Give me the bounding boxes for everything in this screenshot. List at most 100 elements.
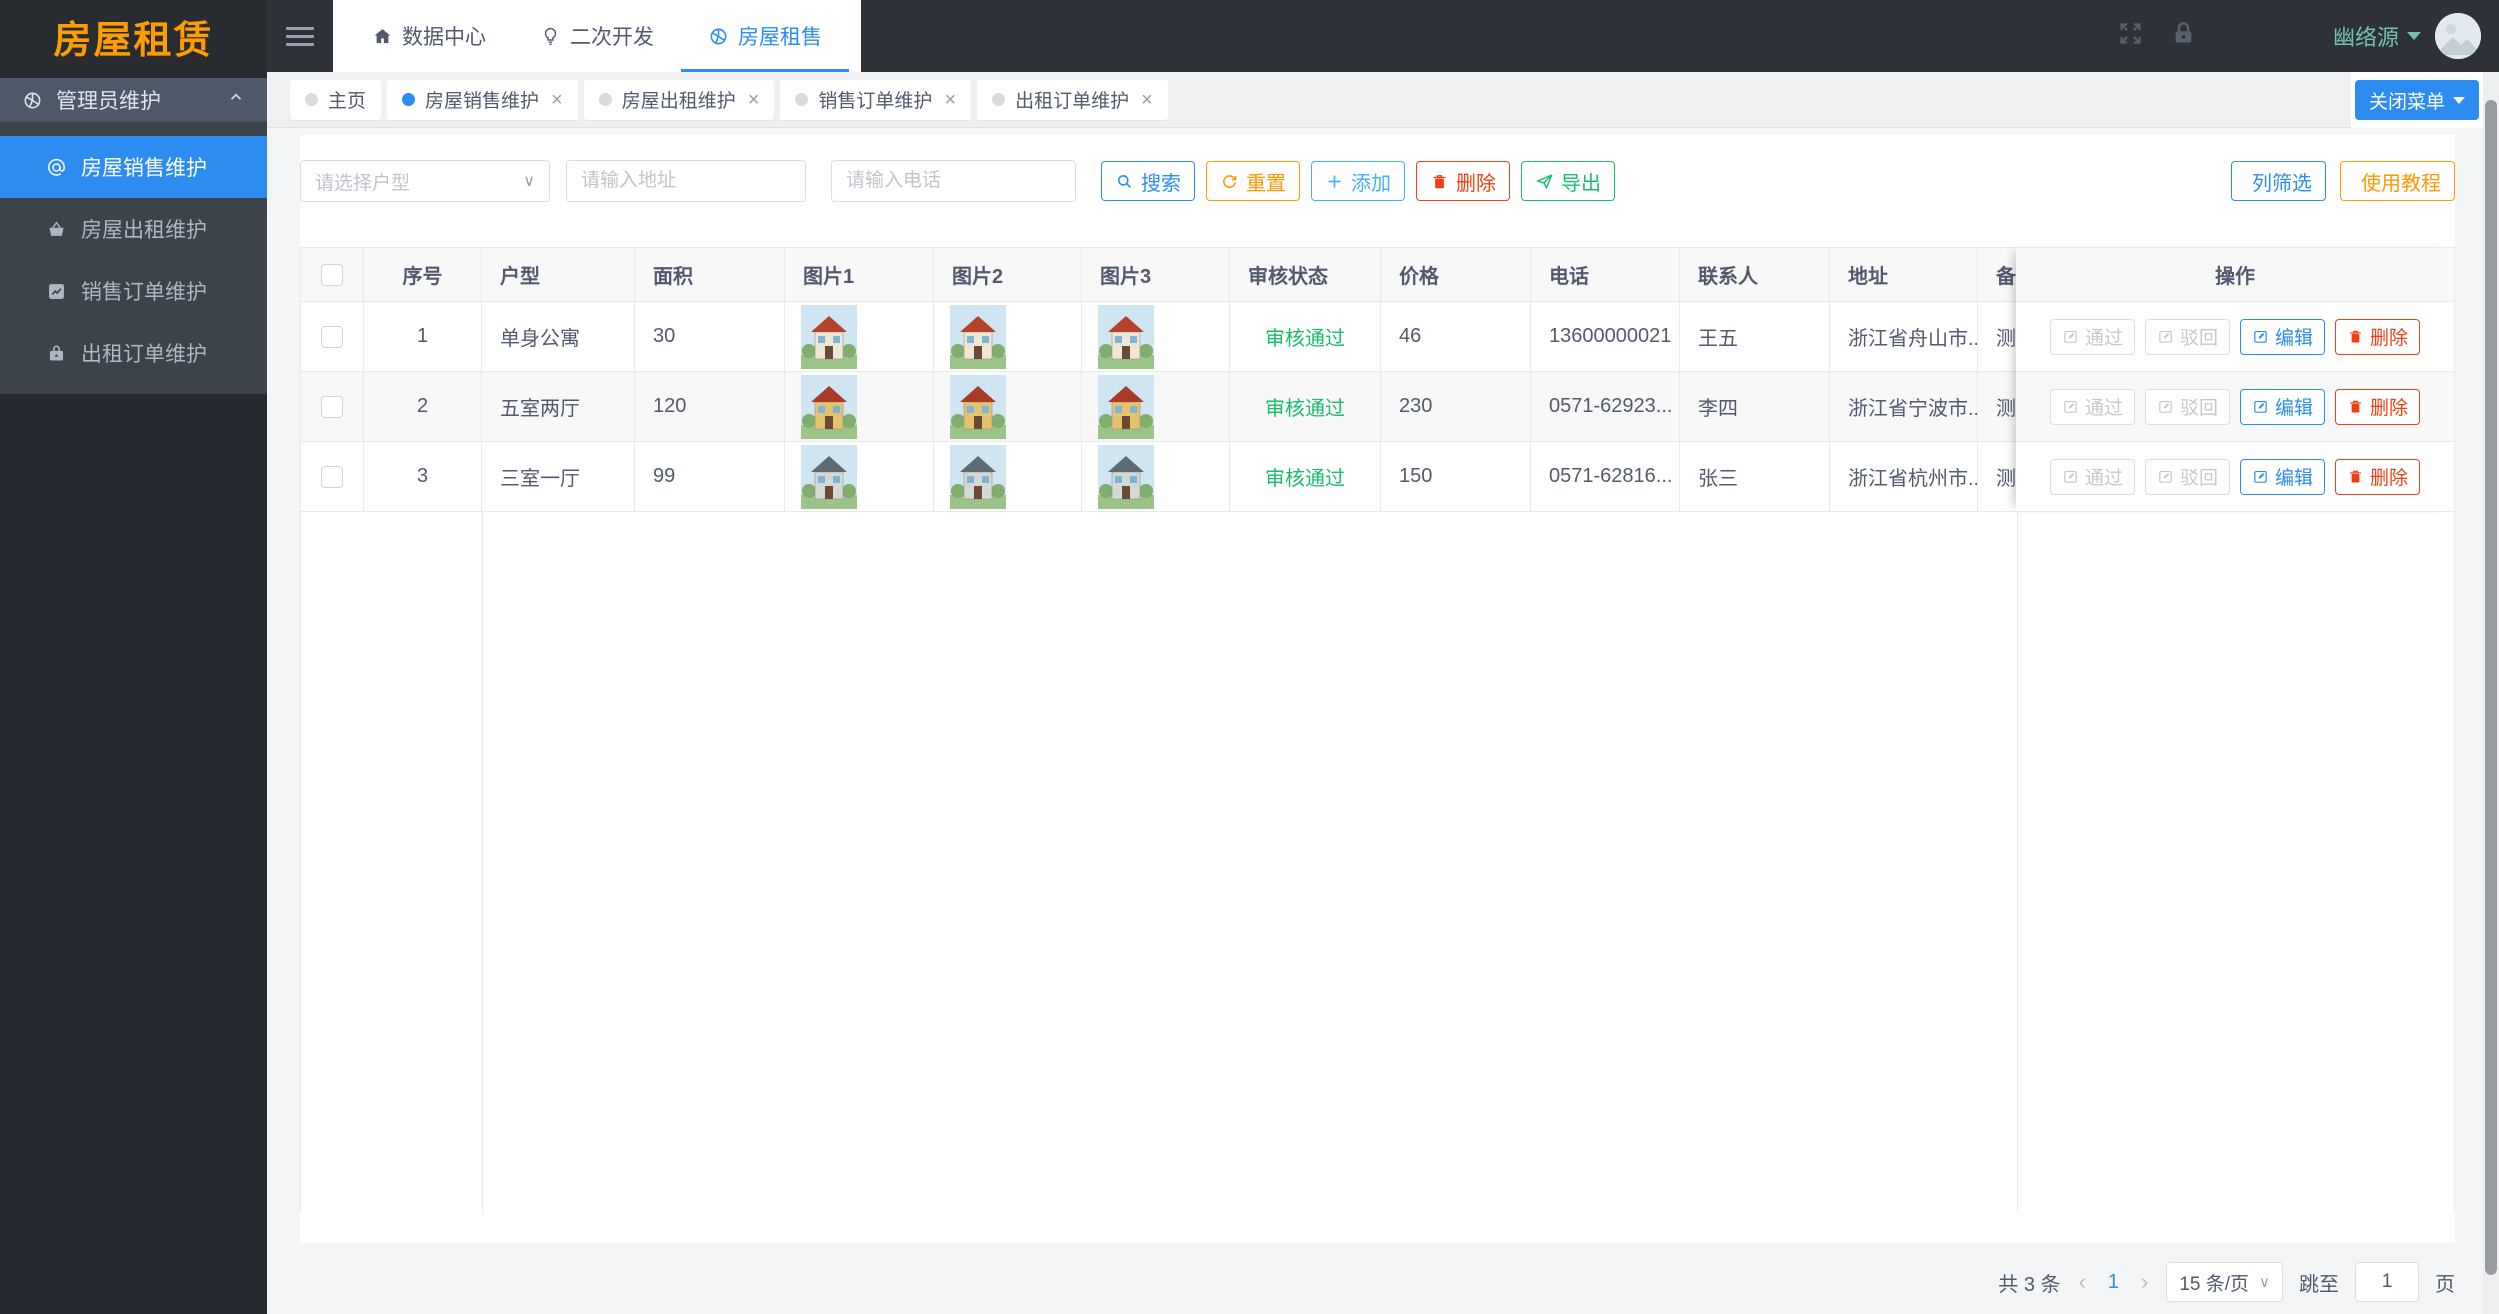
- row-delete-button[interactable]: 删除: [2335, 319, 2420, 355]
- row-checkbox[interactable]: [321, 396, 343, 418]
- sidebar-toggle-button[interactable]: [267, 0, 333, 72]
- column-filter-button[interactable]: 列筛选: [2231, 161, 2326, 201]
- table-row: 3 三室一厅 99 审核通过 150 0571-62816... 张三: [301, 442, 2018, 512]
- export-icon: [1535, 172, 1554, 191]
- cell-image-2: [934, 372, 1082, 441]
- house-image[interactable]: [801, 375, 857, 439]
- prev-page-button[interactable]: ‹: [2077, 1269, 2088, 1295]
- house-image[interactable]: [950, 375, 1006, 439]
- delete-button[interactable]: 删除: [1416, 161, 1510, 201]
- house-image[interactable]: [950, 445, 1006, 509]
- tab-strip-bar: 主页 房屋销售维护 × 房屋出租维护 × 销售订单维护 × 出租订单维护 × 关…: [267, 72, 2499, 128]
- edit-icon: [2157, 398, 2174, 415]
- tab-close-icon[interactable]: ×: [748, 90, 760, 110]
- top-nav: 数据中心 二次开发 房屋租售: [333, 0, 861, 72]
- edit-button[interactable]: 编辑: [2240, 319, 2325, 355]
- sidebar-item-0[interactable]: 房屋销售维护: [0, 136, 267, 198]
- nav-item-2[interactable]: 房屋租售: [681, 0, 849, 72]
- house-image[interactable]: [1098, 305, 1154, 369]
- row-checkbox[interactable]: [321, 326, 343, 348]
- tab-1[interactable]: 房屋销售维护 ×: [387, 80, 578, 120]
- cell-price: 46: [1381, 302, 1531, 371]
- tab-close-icon[interactable]: ×: [551, 90, 563, 110]
- vertical-scrollbar[interactable]: [2483, 72, 2499, 1314]
- column-header-3: 图片1: [785, 248, 934, 301]
- nav-item-0[interactable]: 数据中心: [345, 0, 513, 72]
- action-row: 通过驳回编辑删除: [2016, 372, 2454, 442]
- cell-image-1: [785, 302, 934, 371]
- edit-button[interactable]: 编辑: [2240, 389, 2325, 425]
- tab-2[interactable]: 房屋出租维护 ×: [584, 80, 775, 120]
- tab-0[interactable]: 主页: [290, 80, 381, 120]
- address-input[interactable]: [566, 160, 806, 202]
- fullscreen-icon[interactable]: [2117, 20, 2144, 52]
- user-menu[interactable]: 幽络源: [2333, 20, 2421, 52]
- pagination: 共 3 条 ‹ 1 › 15 条/页 ∨ 跳至 页: [1998, 1262, 2455, 1302]
- tab-close-icon[interactable]: ×: [1141, 90, 1153, 110]
- column-header-5: 图片3: [1082, 248, 1230, 301]
- vscroll-thumb[interactable]: [2485, 100, 2497, 1275]
- search-button[interactable]: 搜索: [1101, 161, 1195, 201]
- tab-4[interactable]: 出租订单维护 ×: [977, 80, 1168, 120]
- reject-button[interactable]: 驳回: [2145, 459, 2230, 495]
- column-header-7: 价格: [1381, 248, 1531, 301]
- sidebar-group-admin[interactable]: 管理员维护: [0, 78, 267, 122]
- house-type-select[interactable]: 请选择户型 ∨: [300, 160, 550, 202]
- edit-button[interactable]: 编辑: [2240, 459, 2325, 495]
- tab-close-icon[interactable]: ×: [944, 90, 956, 110]
- avatar[interactable]: [2435, 13, 2481, 59]
- aperture-icon: [708, 26, 729, 47]
- row-delete-button[interactable]: 删除: [2335, 459, 2420, 495]
- cell-contact: 张三: [1680, 442, 1830, 511]
- action-column-header: 操作: [2016, 247, 2454, 302]
- sidebar-item-2[interactable]: 销售订单维护: [0, 260, 267, 322]
- cell-contact: 李四: [1680, 372, 1830, 441]
- current-page[interactable]: 1: [2104, 1271, 2123, 1294]
- column-header-8: 电话: [1531, 248, 1680, 301]
- select-all-checkbox[interactable]: [321, 264, 343, 286]
- cell-image-3: [1082, 372, 1230, 441]
- cell-image-1: [785, 442, 934, 511]
- row-delete-button[interactable]: 删除: [2335, 389, 2420, 425]
- house-image[interactable]: [801, 305, 857, 369]
- sidebar-item-3[interactable]: 出租订单维护: [0, 322, 267, 384]
- approve-button[interactable]: 通过: [2050, 389, 2135, 425]
- app-logo: 房屋租赁: [0, 0, 267, 72]
- cell-image-3: [1082, 302, 1230, 371]
- chevron-up-icon: [227, 88, 245, 112]
- tutorial-button[interactable]: 使用教程: [2340, 161, 2455, 201]
- approve-button[interactable]: 通过: [2050, 459, 2135, 495]
- house-image[interactable]: [950, 305, 1006, 369]
- export-button[interactable]: 导出: [1521, 161, 1615, 201]
- tab-3[interactable]: 销售订单维护 ×: [780, 80, 971, 120]
- trash-icon: [2347, 468, 2364, 485]
- add-button[interactable]: 添加: [1311, 161, 1405, 201]
- refresh-icon: [1220, 172, 1239, 191]
- row-checkbox[interactable]: [321, 466, 343, 488]
- cell-area: 30: [635, 302, 785, 371]
- close-menu-button[interactable]: 关闭菜单: [2355, 80, 2479, 120]
- trash-icon: [2347, 328, 2364, 345]
- phone-input[interactable]: [831, 160, 1076, 202]
- jump-page-input[interactable]: [2355, 1262, 2419, 1302]
- briefcase-icon: [46, 343, 67, 364]
- reset-button[interactable]: 重置: [1206, 161, 1300, 201]
- reject-button[interactable]: 驳回: [2145, 389, 2230, 425]
- lock-icon[interactable]: [2170, 20, 2197, 52]
- next-page-button[interactable]: ›: [2139, 1269, 2150, 1295]
- cell-area: 120: [635, 372, 785, 441]
- approve-button[interactable]: 通过: [2050, 319, 2135, 355]
- cell-remark: 测: [1978, 302, 2018, 371]
- page-size-select[interactable]: 15 条/页 ∨: [2166, 1262, 2283, 1302]
- nav-item-1[interactable]: 二次开发: [513, 0, 681, 72]
- sidebar-item-1[interactable]: 房屋出租维护: [0, 198, 267, 260]
- action-row: 通过驳回编辑删除: [2016, 302, 2454, 372]
- tab-status-dot: [795, 93, 808, 106]
- table-header-row: 序号户型面积图片1图片2图片3审核状态价格电话联系人地址备注: [301, 247, 2018, 302]
- cell-type: 三室一厅: [482, 442, 635, 511]
- house-image[interactable]: [801, 445, 857, 509]
- house-image[interactable]: [1098, 445, 1154, 509]
- table-scroll-area: 序号户型面积图片1图片2图片3审核状态价格电话联系人地址备注 1 单身公寓 30: [301, 247, 2018, 512]
- reject-button[interactable]: 驳回: [2145, 319, 2230, 355]
- house-image[interactable]: [1098, 375, 1154, 439]
